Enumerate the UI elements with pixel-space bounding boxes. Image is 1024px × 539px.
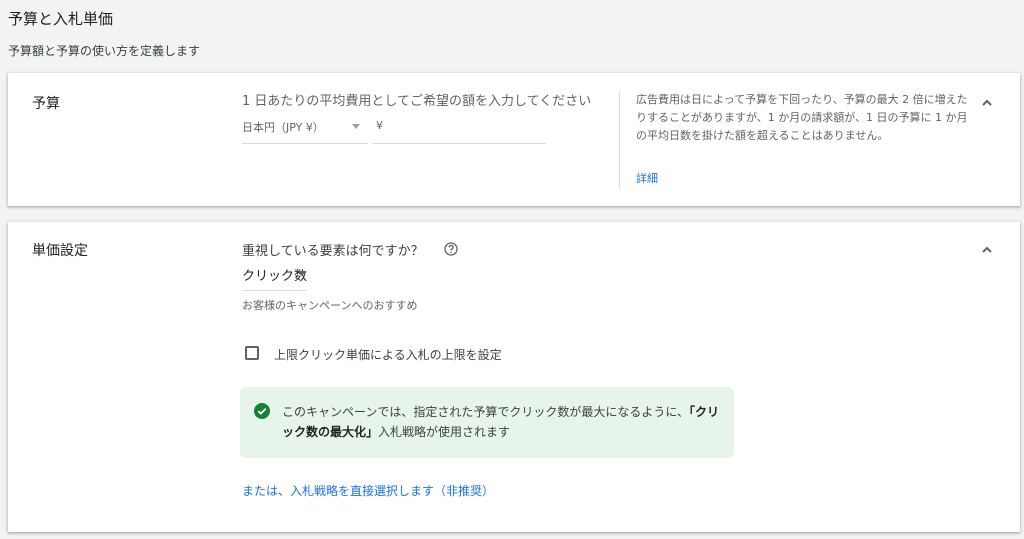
bidding-section-title: 単価設定 (32, 243, 88, 259)
budget-amount-field[interactable]: ¥ (372, 117, 546, 144)
dropdown-arrow-icon (298, 271, 306, 276)
max-cpc-checkbox[interactable] (245, 346, 259, 360)
bidding-question: 重視している要素は何ですか？ (242, 244, 424, 259)
check-circle-icon (254, 403, 270, 419)
budget-amount-input[interactable] (390, 117, 544, 141)
recommendation-text: お客様のキャンペーンへのおすすめ (242, 299, 418, 312)
strategy-info-box: このキャンペーンでは、指定された予算でクリック数が最大になるように、「クリック数… (240, 387, 734, 458)
dropdown-arrow-icon (352, 124, 360, 129)
budget-prompt: 1 日あたりの平均費用としてご希望の額を入力してください (242, 94, 592, 109)
chevron-up-icon[interactable] (982, 99, 992, 109)
vertical-divider (619, 91, 620, 189)
currency-select-label: 日本円（JPY ¥） (242, 121, 324, 134)
budget-section-title: 予算 (32, 96, 60, 112)
page-subtitle: 予算額と予算の使い方を定義します (8, 44, 201, 58)
info-prefix: このキャンペーンでは、指定された予算でクリック数が最大になるように、 (282, 405, 690, 419)
budget-help-text: 広告費用は日によって予算を下回ったり、予算の最大 2 倍に増えたりすることがあり… (636, 93, 968, 142)
max-cpc-checkbox-label[interactable]: 上限クリック単価による入札の上限を設定 (274, 346, 502, 363)
info-suffix: 入札戦略が使用されます (378, 425, 511, 439)
bidding-card: 単価設定 重視している要素は何ですか？ クリック数 お客様のキャンペーンへのおす… (8, 222, 1020, 532)
strategy-info-text: このキャンペーンでは、指定された予算でクリック数が最大になるように、「クリック数… (282, 402, 722, 442)
select-strategy-link[interactable]: または、入札戦略を直接選択します（非推奨） (242, 482, 494, 499)
help-circle-icon[interactable] (444, 241, 458, 256)
learn-more-link[interactable]: 詳細 (636, 170, 658, 186)
budget-card: 予算 1 日あたりの平均費用としてご希望の額を入力してください 日本円（JPY … (8, 73, 1020, 206)
bid-focus-select[interactable]: クリック数 (242, 264, 307, 291)
currency-symbol: ¥ (376, 119, 383, 132)
currency-select[interactable]: 日本円（JPY ¥） (242, 117, 368, 144)
chevron-up-icon[interactable] (982, 246, 992, 256)
page-title: 予算と入札単価 (8, 10, 114, 28)
